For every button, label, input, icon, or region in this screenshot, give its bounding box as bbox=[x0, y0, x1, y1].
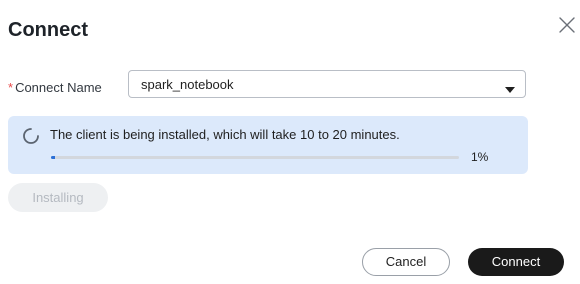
install-progress-bar bbox=[51, 156, 459, 159]
installing-button: Installing bbox=[8, 183, 108, 212]
connect-name-label: * Connect Name bbox=[8, 79, 102, 97]
install-notice: The client is being installed, which wil… bbox=[8, 116, 528, 174]
install-progress-label: 1% bbox=[471, 150, 489, 164]
connect-name-label-text: Connect Name bbox=[15, 80, 102, 95]
install-message: The client is being installed, which wil… bbox=[50, 127, 400, 142]
connect-button[interactable]: Connect bbox=[468, 248, 564, 276]
cancel-button[interactable]: Cancel bbox=[362, 248, 450, 276]
connect-name-select[interactable]: spark_notebook bbox=[128, 70, 526, 98]
dialog-title: Connect bbox=[8, 19, 88, 41]
connect-dialog: Connect * Connect Name spark_notebook The… bbox=[0, 0, 580, 284]
install-progress-fill bbox=[51, 156, 56, 159]
required-mark: * bbox=[8, 80, 14, 95]
caret-down-icon bbox=[505, 81, 515, 93]
close-icon[interactable] bbox=[556, 14, 578, 36]
loading-spinner-icon bbox=[22, 127, 40, 145]
connect-name-value: spark_notebook bbox=[141, 77, 234, 92]
